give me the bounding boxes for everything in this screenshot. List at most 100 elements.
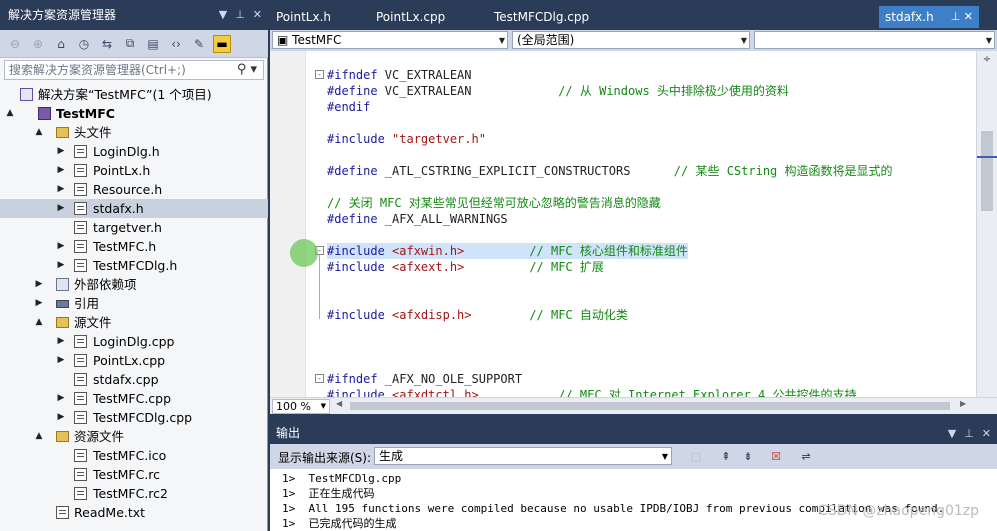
code-token: #include	[327, 308, 393, 322]
tree-item[interactable]: ▶ LoginDlg.cpp	[0, 332, 268, 351]
collapsed-arrow-icon[interactable]: ▶	[33, 275, 45, 294]
clear-all-icon[interactable]: ☒	[768, 449, 784, 464]
close-icon[interactable]: ✕	[253, 0, 262, 30]
tree-item[interactable]: ▶ 外部依赖项	[0, 275, 268, 294]
expanded-arrow-icon[interactable]: ▲	[33, 427, 45, 446]
fold-toggle-icon[interactable]: -	[315, 374, 324, 383]
collapsed-arrow-icon[interactable]: ▶	[55, 199, 67, 218]
tree-item[interactable]: ▲ 源文件	[0, 313, 268, 332]
collapsed-arrow-icon[interactable]: ▶	[55, 180, 67, 199]
tree-item[interactable]: ▲ 资源文件	[0, 427, 268, 446]
collapsed-arrow-icon[interactable]: ▶	[55, 332, 67, 351]
home-icon[interactable]: ⌂	[52, 35, 70, 53]
tree-item[interactable]: TestMFC.rc	[0, 465, 268, 484]
show-all-files-icon[interactable]: ▤	[144, 35, 162, 53]
collapsed-arrow-icon[interactable]: ▶	[55, 408, 67, 427]
tree-item[interactable]: ▶ stdafx.h	[0, 199, 268, 218]
tab-stdafx-h[interactable]: stdafx.h ⊥ ✕	[879, 6, 979, 28]
find-message-icon[interactable]: ⬚	[688, 449, 704, 464]
vertical-scroll-thumb[interactable]	[981, 131, 993, 211]
expanded-arrow-icon[interactable]: ▲	[33, 123, 45, 142]
pin-icon[interactable]: ⊥	[964, 423, 974, 444]
split-window-icon[interactable]: ÷	[980, 54, 994, 66]
solution-search-input[interactable]: 搜索解决方案资源管理器(Ctrl+;) ⚲ ▾	[4, 60, 264, 80]
tree-item[interactable]: stdafx.cpp	[0, 370, 268, 389]
chevron-down-icon: ▼	[661, 452, 668, 461]
tree-item[interactable]: 解决方案“TestMFC”(1 个项目)	[0, 85, 268, 104]
collapsed-arrow-icon[interactable]: ▶	[55, 161, 67, 180]
tree-item-label: TestMFC.rc	[93, 467, 161, 482]
code-token: #include	[327, 244, 393, 258]
tree-item[interactable]: ▶ TestMFC.h	[0, 237, 268, 256]
go-to-previous-message-icon[interactable]: ⇞	[718, 449, 734, 464]
code-area[interactable]: #ifndef VC_EXTRALEAN - #define VC_EXTRALEA…	[270, 51, 976, 397]
project-file-icon: ▣	[277, 33, 293, 47]
tree-item[interactable]: ▲ TestMFC	[0, 104, 268, 123]
file-icon	[74, 164, 87, 177]
output-panel: 输出 ▼ ⊥ ✕ 显示输出来源(S): 生成 ▼ ⬚ ⇞ ⇟ ☒ ⇌ 1> Te…	[270, 423, 997, 531]
expanded-arrow-icon[interactable]: ▲	[4, 104, 16, 123]
toggle-word-wrap-icon[interactable]: ⇌	[798, 449, 814, 464]
tree-item[interactable]: ReadMe.txt	[0, 503, 268, 522]
tree-item[interactable]: ▶ TestMFCDlg.h	[0, 256, 268, 275]
scroll-left-icon[interactable]: ◀	[336, 399, 342, 408]
scope-dropdown[interactable]: (全局范围) ▼	[512, 31, 750, 49]
tree-item[interactable]: ▶ 引用	[0, 294, 268, 313]
tab-label: PointLx.h	[276, 10, 332, 24]
close-icon[interactable]: ✕	[982, 423, 991, 444]
back-icon[interactable]: ⊖	[6, 35, 24, 53]
pending-changes-icon[interactable]: ◷	[75, 35, 93, 53]
close-tab-icon[interactable]: ⊥ ✕	[951, 6, 973, 28]
output-title-bar: 输出 ▼ ⊥ ✕	[270, 423, 997, 444]
tree-item-label: LoginDlg.cpp	[93, 334, 175, 349]
forward-icon[interactable]: ⊕	[29, 35, 47, 53]
code-line: #define _AFX_ALL_WARNINGS	[327, 211, 508, 227]
collapsed-arrow-icon[interactable]: ▶	[55, 237, 67, 256]
tree-item[interactable]: targetver.h	[0, 218, 268, 237]
tree-item[interactable]: TestMFC.rc2	[0, 484, 268, 503]
view-code-icon[interactable]: ‹›	[167, 35, 185, 53]
horizontal-scroll-thumb[interactable]	[350, 402, 950, 410]
fold-toggle-icon[interactable]: -	[315, 70, 324, 79]
member-dropdown[interactable]: ▼	[754, 31, 995, 49]
pin-icon[interactable]: ⊥	[235, 0, 245, 30]
go-to-next-message-icon[interactable]: ⇟	[740, 449, 756, 464]
window-position-dropdown-icon[interactable]: ▼	[948, 423, 956, 444]
sync-icon[interactable]: ⇆	[98, 35, 116, 53]
tab-pointlx-h[interactable]: PointLx.h	[270, 6, 366, 28]
collapsed-arrow-icon[interactable]: ▶	[55, 142, 67, 161]
code-line: #include <afxwin.h> // MFC 核心组件和标准组件	[327, 243, 688, 259]
collapse-all-icon[interactable]: ⧉	[121, 35, 139, 53]
chevron-down-icon: ▼	[320, 402, 326, 410]
collapsed-arrow-icon[interactable]: ▶	[55, 389, 67, 408]
tree-item[interactable]: TestMFC.ico	[0, 446, 268, 465]
tree-item[interactable]: ▶ PointLx.h	[0, 161, 268, 180]
tree-item[interactable]: ▶ TestMFCDlg.cpp	[0, 408, 268, 427]
collapsed-arrow-icon[interactable]: ▶	[55, 351, 67, 370]
solution-icon	[20, 88, 33, 101]
window-position-dropdown-icon[interactable]: ▼	[219, 0, 227, 30]
zoom-dropdown[interactable]: 100 % ▼	[272, 399, 330, 414]
chevron-down-icon: ▼	[498, 36, 505, 45]
scroll-right-icon[interactable]: ▶	[960, 399, 966, 408]
tab-pointlx-cpp[interactable]: PointLx.cpp	[370, 6, 482, 28]
tree-item[interactable]: ▶ TestMFC.cpp	[0, 389, 268, 408]
tree-item[interactable]: ▶ Resource.h	[0, 180, 268, 199]
tree-item[interactable]: ▶ LoginDlg.h	[0, 142, 268, 161]
tab-testmfcdlg-cpp[interactable]: TestMFCDlg.cpp	[488, 6, 636, 28]
collapsed-arrow-icon[interactable]: ▶	[55, 256, 67, 275]
search-icon[interactable]: ⚲ ▾	[237, 61, 257, 79]
vertical-scrollbar[interactable]: ÷	[976, 51, 997, 397]
output-source-dropdown[interactable]: 生成 ▼	[374, 447, 672, 465]
properties-wrench-icon[interactable]: ✎	[190, 35, 208, 53]
tree-item[interactable]: ▲ 头文件	[0, 123, 268, 142]
project-dropdown[interactable]: ▣ TestMFC ▼	[272, 31, 508, 49]
output-text[interactable]: 1> TestMFCDlg.cpp 1> 正在生成代码 1> All 195 f…	[270, 469, 997, 531]
code-token: _AFX_ALL_WARNINGS	[384, 212, 508, 226]
collapsed-arrow-icon[interactable]: ▶	[33, 294, 45, 313]
code-token: // 从 Windows 头中排除极少使用的资料	[558, 84, 789, 98]
expanded-arrow-icon[interactable]: ▲	[33, 313, 45, 332]
tree-item[interactable]: ▶ PointLx.cpp	[0, 351, 268, 370]
preview-selected-icon[interactable]: ▬	[213, 34, 231, 53]
